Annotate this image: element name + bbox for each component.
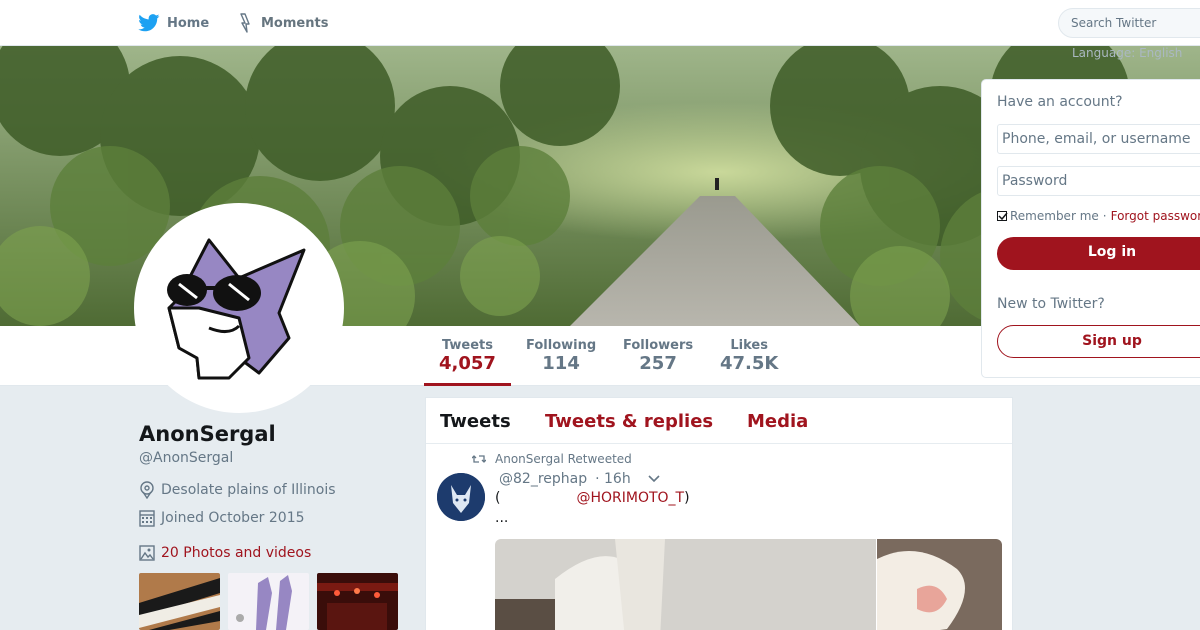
tweet-ellipsis: ...	[495, 510, 509, 526]
search-input[interactable]: Search Twitter	[1058, 8, 1200, 38]
login-button[interactable]: Log in	[997, 237, 1200, 270]
media-thumbnail[interactable]	[139, 573, 220, 630]
nav-moments-link[interactable]: Moments	[238, 12, 328, 34]
chevron-down-icon[interactable]	[647, 474, 661, 484]
tab-tweets[interactable]: Tweets	[440, 411, 511, 432]
tab-tweets-replies[interactable]: Tweets & replies	[545, 411, 713, 432]
remember-me-row: Remember me · Forgot password?	[997, 209, 1200, 223]
stat-followers[interactable]: Followers 257	[623, 338, 693, 374]
stat-followers-label: Followers	[623, 338, 694, 353]
nav-home-link[interactable]: Home	[138, 12, 209, 34]
calendar-icon	[139, 510, 155, 527]
profile-joined: Joined October 2015	[139, 509, 305, 527]
retweet-icon	[472, 455, 486, 463]
active-stat-indicator	[424, 383, 511, 386]
tweet-header: @82_rephap · 16h	[499, 471, 661, 487]
profile-name[interactable]: AnonSergal	[139, 422, 276, 446]
stat-tweets-label: Tweets	[441, 338, 493, 353]
stat-likes-value: 47.5K	[720, 353, 779, 374]
media-thumbnail[interactable]	[228, 573, 309, 630]
timeline-tabs: Tweets Tweets & replies Media	[426, 398, 1012, 444]
image-icon	[139, 545, 155, 561]
lightning-icon	[240, 13, 250, 33]
stat-followers-value: 257	[639, 353, 677, 374]
separator-dot: ·	[1102, 209, 1107, 223]
profile-location-text: Desolate plains of Illinois	[161, 482, 336, 498]
top-navigation-bar: Home Moments Search Twitter	[0, 0, 1200, 46]
tweet-author-handle[interactable]: @82_rephap	[499, 471, 587, 487]
password-input[interactable]: Password	[997, 166, 1200, 196]
timeline-card: Tweets Tweets & replies Media AnonSergal…	[425, 397, 1013, 630]
remember-me-checkbox[interactable]	[997, 211, 1008, 221]
login-question: Have an account?	[997, 94, 1123, 110]
tweet-text-open: (	[495, 490, 501, 506]
new-to-twitter-text: New to Twitter?	[997, 296, 1105, 312]
nav-home-label: Home	[167, 15, 210, 31]
stat-following-value: 114	[542, 353, 580, 374]
stat-likes-label: Likes	[730, 338, 768, 353]
signup-button[interactable]: Sign up	[997, 325, 1200, 358]
tweet-text: ( @HORIMOTO_T)	[495, 490, 690, 506]
language-selector[interactable]: Language: English	[1072, 46, 1182, 60]
tweet-media-image[interactable]	[495, 539, 876, 630]
profile-joined-text: Joined October 2015	[161, 510, 305, 526]
username-input[interactable]: Phone, email, or username	[997, 124, 1200, 154]
profile-avatar[interactable]	[134, 203, 344, 413]
tweet-text-close: )	[684, 490, 690, 506]
location-pin-icon	[140, 481, 154, 499]
profile-location: Desolate plains of Illinois	[139, 481, 336, 499]
tweet-media-image[interactable]	[877, 539, 1002, 630]
tweet-author-avatar[interactable]	[437, 473, 485, 521]
stat-likes[interactable]: Likes 47.5K	[720, 338, 778, 374]
tweet-timestamp[interactable]: · 16h	[595, 471, 631, 487]
stat-following-label: Following	[526, 338, 597, 353]
login-card: Have an account? Phone, email, or userna…	[981, 79, 1200, 378]
forgot-password-link[interactable]: Forgot password?	[1111, 209, 1200, 223]
photos-videos-link[interactable]: 20 Photos and videos	[139, 545, 311, 561]
stat-tweets-value: 4,057	[439, 353, 496, 374]
stat-tweets[interactable]: Tweets 4,057	[439, 338, 496, 374]
remember-me-label[interactable]: Remember me	[1010, 209, 1099, 223]
photos-videos-label: 20 Photos and videos	[161, 545, 312, 561]
retweet-context: AnonSergal Retweeted	[472, 452, 632, 466]
stat-following[interactable]: Following 114	[526, 338, 596, 374]
profile-handle[interactable]: @AnonSergal	[139, 450, 233, 466]
tab-media[interactable]: Media	[747, 411, 808, 432]
media-thumbnail[interactable]	[317, 573, 398, 630]
retweet-context-text[interactable]: AnonSergal Retweeted	[495, 452, 632, 466]
nav-moments-label: Moments	[261, 15, 329, 31]
twitter-bird-icon	[138, 14, 160, 32]
tweet-mention-link[interactable]: @HORIMOTO_T	[576, 490, 684, 506]
